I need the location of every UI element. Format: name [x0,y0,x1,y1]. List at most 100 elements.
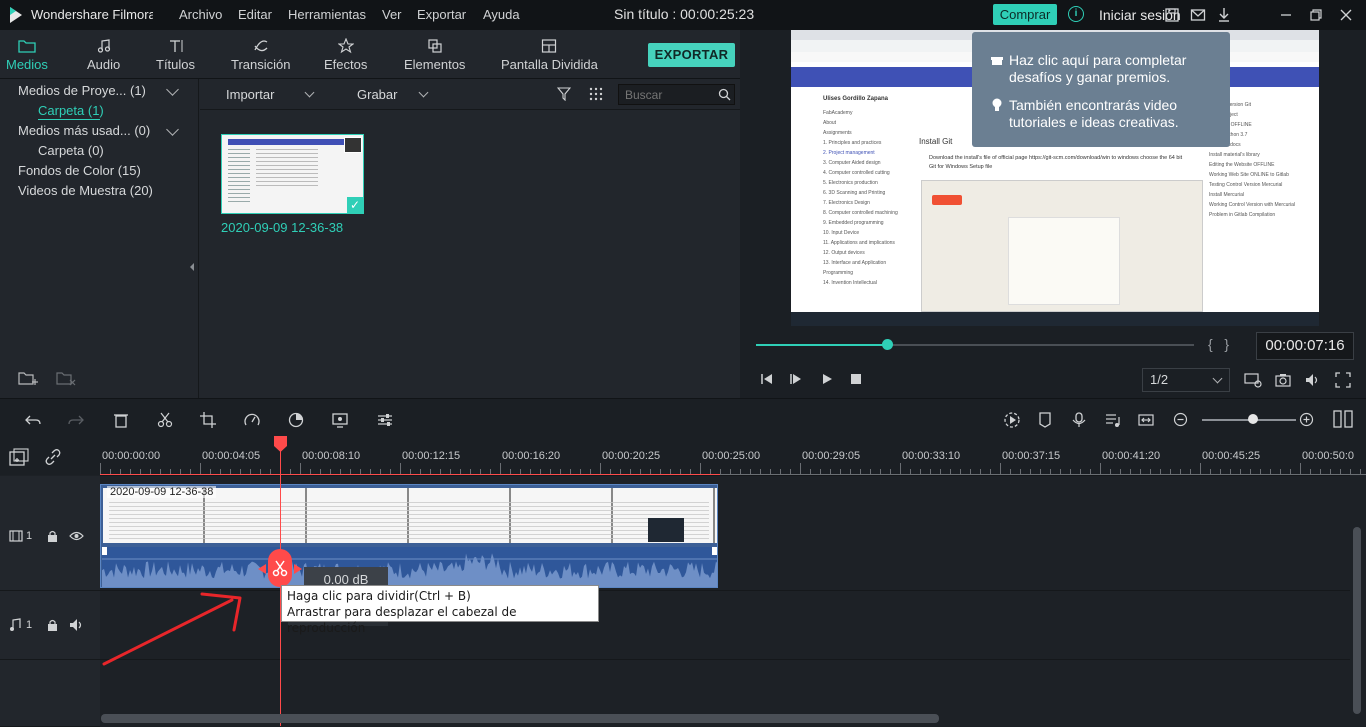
playhead-handle[interactable] [274,436,287,452]
promo-popup[interactable]: Haz clic aquí para completar desafíos y … [972,32,1230,147]
tab-titulos[interactable]: Títulos [156,38,195,72]
menu-ver[interactable]: Ver [382,7,402,22]
tree-item-folder-0[interactable]: Carpeta (0) [38,143,104,158]
menu-exportar[interactable]: Exportar [417,7,466,22]
record-dropdown[interactable]: Grabar [357,87,397,102]
buy-button[interactable]: Comprar [993,4,1057,25]
mark-in-out-buttons[interactable]: { } [1208,336,1229,352]
display-settings-icon[interactable] [1244,372,1262,388]
filter-icon[interactable] [557,87,571,101]
clip-fade-handle-right[interactable] [712,547,717,555]
menu-ayuda[interactable]: Ayuda [483,7,520,22]
menu-herramientas[interactable]: Herramientas [288,7,366,22]
export-button[interactable]: EXPORTAR [648,43,735,67]
mail-icon[interactable] [1190,7,1206,23]
grid-view-icon[interactable] [589,87,603,101]
play-frame-icon[interactable] [789,372,803,386]
lightbulb-icon [992,98,1002,111]
minimize-icon[interactable] [1278,7,1294,23]
chevron-down-icon[interactable] [166,123,179,136]
render-icon[interactable] [1003,411,1021,429]
menu-archivo[interactable]: Archivo [179,7,222,22]
tab-audio[interactable]: Audio [87,38,120,72]
tab-label: Medios [6,57,48,72]
ruler-tick-label: 00:00:00:00 [102,450,161,462]
delete-icon[interactable] [113,412,129,428]
thumb-text-lines [256,149,318,189]
color-icon[interactable] [288,412,304,428]
tab-efectos[interactable]: Efectos [324,38,367,72]
tree-item-sample-videos[interactable]: Videos de Muestra (20) [18,183,153,198]
search-input[interactable] [619,85,721,104]
scissors-icon[interactable] [157,412,173,428]
restore-icon[interactable] [1308,7,1324,23]
prev-frame-icon[interactable] [760,372,774,386]
progress-knob[interactable] [882,339,894,350]
info-icon[interactable]: i [1068,6,1084,22]
tree-item-most-used[interactable]: Medios más usad... (0) [18,123,150,138]
git-logo [932,195,962,205]
zoom-out-icon[interactable] [1173,412,1188,427]
media-thumbnail[interactable]: ✓ [221,134,364,214]
video-clip[interactable]: 2020-09-09 12-36-38 [100,484,718,588]
speaker-icon[interactable] [69,618,84,632]
tab-medios[interactable]: Medios [6,38,48,72]
play-icon[interactable] [820,372,834,386]
site-nav: FabAcademy About Assignments 1. Principles … [823,110,898,286]
speed-icon[interactable] [244,412,260,428]
eye-icon[interactable] [69,530,84,542]
split-hint-tooltip: Haga clic para dividir(Ctrl + B) Arrastr… [281,585,599,635]
green-screen-icon[interactable] [332,412,348,428]
lock-icon[interactable] [47,530,58,542]
ruler-tick-label: 00:00:25:00 [702,450,761,462]
download-icon[interactable] [1216,7,1232,23]
ruler-tick-label: 00:00:50:0 [1302,450,1354,462]
tab-elementos[interactable]: Elementos [404,38,465,72]
lock-icon[interactable] [47,619,58,631]
adjust-icon[interactable] [377,412,393,428]
volume-icon[interactable] [1305,372,1321,388]
zoom-in-icon[interactable] [1299,412,1314,427]
fit-timeline-icon[interactable] [1138,412,1154,428]
layout-columns-icon[interactable] [1333,410,1353,428]
microphone-icon[interactable] [1072,412,1086,428]
zoom-slider-knob[interactable] [1248,414,1258,424]
chevron-down-icon[interactable] [418,87,429,98]
marker-icon[interactable] [1038,412,1052,428]
tree-item-folder-1[interactable]: Carpeta (1) [38,103,104,118]
stop-icon[interactable] [849,372,863,386]
library-panel: Medios Audio Títulos Transición Efectos … [0,30,740,398]
tree-item-project-media[interactable]: Medios de Proye... (1) [18,83,146,98]
tree-item-color-backgrounds[interactable]: Fondos de Color (15) [18,163,141,178]
delete-folder-icon[interactable] [56,370,76,386]
close-icon[interactable] [1338,7,1354,23]
menu-editar[interactable]: Editar [238,7,272,22]
scissors-icon [272,560,288,577]
music-note-icon [97,39,110,53]
scissor-right-arrow-icon [294,564,302,574]
undo-icon[interactable] [25,412,41,428]
split-scissor-handle[interactable] [268,549,292,587]
chevron-down-icon[interactable] [304,87,315,98]
tab-transicion[interactable]: Transición [231,38,290,72]
fullscreen-icon[interactable] [1335,372,1351,388]
media-item-name[interactable]: 2020-09-09 12-36-38 [221,220,343,235]
timeline-vertical-scrollbar[interactable] [1353,527,1361,714]
clip-fade-handle-left[interactable] [102,547,107,555]
snapshot-icon[interactable] [1275,372,1291,388]
collapse-panel-icon[interactable] [190,263,194,271]
timeline-ruler[interactable]: 00:00:00:00 00:00:04:05 00:00:08:10 00:0… [100,438,1366,475]
search-icon[interactable] [718,88,731,101]
link-icon[interactable] [44,448,62,466]
new-folder-icon[interactable] [18,370,38,386]
save-icon[interactable] [1164,7,1180,23]
chevron-down-icon[interactable] [166,83,179,96]
tab-pantalla-dividida[interactable]: Pantalla Dividida [501,38,598,72]
voiceover-icon[interactable] [1105,412,1121,428]
redo-icon[interactable] [68,412,84,428]
crop-icon[interactable] [200,412,216,428]
add-track-icon[interactable] [9,448,29,466]
ratio-value: 1/2 [1150,372,1169,387]
import-dropdown[interactable]: Importar [226,87,274,102]
timeline-horizontal-scrollbar[interactable] [101,714,939,723]
